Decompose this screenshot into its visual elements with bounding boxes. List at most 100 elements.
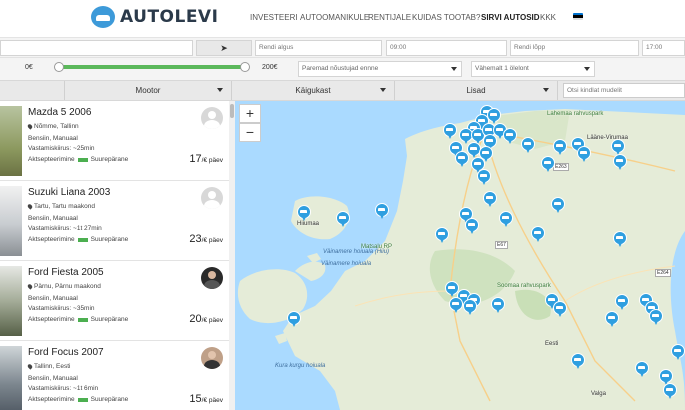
listing-title[interactable]: Mazda 5 2006 — [28, 107, 91, 118]
owner-avatar[interactable] — [201, 347, 223, 369]
map-road-e67: E67 — [495, 241, 508, 249]
listing-scrollbar-thumb[interactable] — [230, 104, 234, 118]
car-map-marker[interactable] — [615, 294, 629, 310]
price-value: 15 — [189, 393, 202, 405]
car-map-marker[interactable] — [499, 211, 513, 227]
car-map-marker[interactable] — [635, 361, 649, 377]
owner-avatar[interactable] — [201, 267, 223, 289]
nav-browse-cars[interactable]: SIRVI AUTOSID — [481, 13, 540, 22]
car-map-marker[interactable] — [375, 203, 389, 219]
map-label-matsalu: Matsalu RP — [361, 244, 393, 250]
listing-price: 17/€ päev — [189, 153, 223, 165]
filter-engine-label: Mootor — [135, 86, 161, 95]
listing-card[interactable]: Mazda 5 2006 Nõmme, Tallinn Bensiin, Man… — [0, 101, 229, 181]
price-slider-min-handle[interactable] — [54, 62, 64, 72]
filter-gearbox-label: Käigukast — [295, 86, 331, 95]
car-map-marker[interactable] — [465, 218, 479, 234]
nav-renter[interactable]: RENTIJALE — [368, 13, 411, 22]
map-road-e264: E264 — [655, 269, 671, 277]
owner-avatar[interactable] — [201, 107, 223, 129]
car-map-marker[interactable] — [287, 311, 301, 327]
car-map-marker[interactable] — [491, 297, 505, 313]
listing-acceptance: Aktsepteerimine Suurepärane — [28, 316, 128, 323]
car-map-marker[interactable] — [613, 154, 627, 170]
acceptance-bar-icon — [77, 157, 88, 162]
car-map-marker[interactable] — [297, 205, 311, 221]
price-min-label: 0€ — [25, 64, 33, 71]
price-unit: /€ päev — [201, 157, 223, 164]
nav-how-it-works[interactable]: KUIDAS TOOTAB? — [412, 13, 480, 22]
filter-group-extras[interactable]: Lisad — [395, 81, 558, 100]
rent-start-date-input[interactable]: Rendi algus — [255, 40, 382, 56]
filter-group-engine[interactable]: Mootor — [65, 81, 232, 100]
car-map-marker[interactable] — [443, 123, 457, 139]
acceptance-value: Suurepärane — [90, 156, 129, 163]
estonian-flag-icon[interactable] — [573, 13, 583, 20]
car-map-marker[interactable] — [503, 128, 517, 144]
car-map-marker[interactable] — [649, 309, 663, 325]
car-map-marker[interactable] — [336, 211, 350, 227]
car-map-marker[interactable] — [435, 227, 449, 243]
car-logo-icon — [91, 6, 115, 28]
listing-title[interactable]: Ford Focus 2007 — [28, 347, 104, 358]
car-map-marker[interactable] — [521, 137, 535, 153]
car-map-marker[interactable] — [553, 139, 567, 155]
rent-end-date-input[interactable]: Rendi lõpp — [510, 40, 639, 56]
car-map-marker[interactable] — [671, 344, 685, 360]
locate-me-button[interactable]: ➤ — [196, 40, 252, 56]
map-label-kura-kurgu: Kura kurgu hoiuala — [275, 363, 326, 369]
owner-avatar[interactable] — [201, 187, 223, 209]
car-map-marker[interactable] — [663, 383, 677, 399]
listing-location: Tallinn, Eesti — [26, 363, 71, 370]
car-map-marker[interactable] — [541, 156, 555, 172]
car-map-marker[interactable] — [483, 191, 497, 207]
price-slider-max-handle[interactable] — [240, 62, 250, 72]
car-map-marker[interactable] — [463, 299, 477, 315]
listing-title[interactable]: Suzuki Liana 2003 — [28, 187, 110, 198]
filter-group-extra[interactable] — [0, 81, 65, 100]
car-map-marker[interactable] — [605, 311, 619, 327]
attribute-filter-row: Mootor Käigukast Lisad Otsi kindlat mude… — [0, 80, 685, 101]
acceptance-label: Aktsepteerimine — [28, 156, 75, 163]
car-map-marker[interactable] — [611, 139, 625, 155]
listing-price: 20/€ päev — [189, 313, 223, 325]
model-search-input[interactable]: Otsi kindlat mudelit — [563, 83, 685, 98]
zoom-in-button[interactable]: + — [239, 104, 261, 123]
sort-select[interactable]: Paremad nõustujad ennne — [298, 61, 462, 77]
listing-card[interactable]: Suzuki Liana 2003 Tartu, Tartu maakond B… — [0, 181, 229, 261]
chevron-down-icon — [380, 88, 386, 92]
car-map-marker[interactable] — [487, 108, 501, 124]
filter-group-gearbox[interactable]: Käigukast — [232, 81, 395, 100]
price-value: 17 — [189, 153, 202, 165]
rent-start-time-input[interactable]: 09:00 — [386, 40, 507, 56]
nav-car-owner[interactable]: AUTOOMANIKULE — [300, 13, 369, 22]
car-map-marker[interactable] — [449, 297, 463, 313]
brand-logo[interactable]: AUTOLEVI — [91, 6, 218, 28]
price-range-slider[interactable] — [59, 65, 245, 69]
nav-invest[interactable]: INVESTEERI — [250, 13, 298, 22]
listing-card[interactable]: Ford Focus 2007 Tallinn, Eesti Bensiin, … — [0, 341, 229, 410]
top-navbar: AUTOLEVI INVESTEERI AUTOOMANIKULE RENTIJ… — [0, 0, 685, 38]
car-map-marker[interactable] — [577, 146, 591, 162]
car-map-marker[interactable] — [613, 231, 627, 247]
price-value: 23 — [189, 233, 202, 245]
map-label-hiiumaa: Hiiumaa — [297, 221, 320, 227]
min-days-select[interactable]: Vähemalt 1 ölelont — [471, 61, 595, 77]
date-filter-row: ➤ Rendi algus 09:00 Rendi lõpp 17:00 — [0, 38, 685, 58]
map-view[interactable]: + − Lahemaa rahvuspark Lääne-Virumaa Hii… — [235, 101, 685, 410]
listing-title[interactable]: Ford Fiesta 2005 — [28, 267, 104, 278]
acceptance-value: Suurepärane — [90, 236, 129, 243]
zoom-out-button[interactable]: − — [239, 123, 261, 142]
brand-name: AUTOLEVI — [120, 7, 219, 27]
location-input[interactable] — [0, 40, 193, 56]
car-map-marker[interactable] — [531, 226, 545, 242]
nav-faq[interactable]: KKK — [540, 13, 556, 22]
car-map-marker[interactable] — [553, 301, 567, 317]
car-map-marker[interactable] — [551, 197, 565, 213]
rent-end-time-input[interactable]: 17:00 — [642, 40, 685, 56]
car-photo — [0, 106, 22, 176]
car-map-marker[interactable] — [571, 353, 585, 369]
listing-location-text: Tallinn, Eesti — [34, 363, 71, 370]
car-map-marker[interactable] — [477, 169, 491, 185]
listing-card[interactable]: Ford Fiesta 2005 Pärnu, Pärnu maakond Be… — [0, 261, 229, 341]
